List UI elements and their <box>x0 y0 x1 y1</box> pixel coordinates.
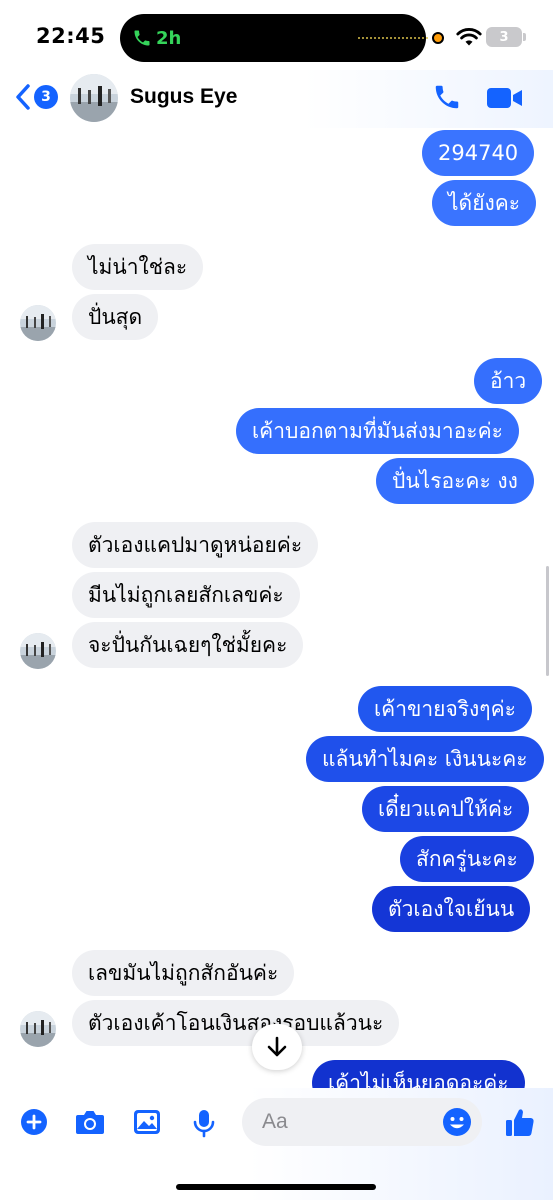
message-bubble-incoming[interactable]: ตัวเองแคปมาดูหน่อยค่ะ <box>72 522 319 568</box>
sender-avatar[interactable] <box>20 1011 56 1047</box>
message-bubble-outgoing[interactable]: เค้าไม่เห็นยอดอะค่ะ <box>312 1060 525 1088</box>
camera-icon[interactable] <box>74 1108 106 1136</box>
contact-name[interactable]: Sugus Eye <box>130 85 237 109</box>
phone-icon <box>134 30 150 46</box>
unread-count-badge: 3 <box>34 85 58 109</box>
sender-avatar[interactable] <box>20 633 56 669</box>
sender-avatar[interactable] <box>20 305 56 341</box>
video-call-icon[interactable] <box>486 86 524 110</box>
conversation-header: 3 Sugus Eye <box>0 70 553 128</box>
call-duration: 2h <box>156 27 182 49</box>
arrow-down-icon <box>267 1036 287 1057</box>
avatar[interactable] <box>70 74 118 122</box>
thumbs-up-icon[interactable] <box>504 1106 536 1138</box>
message-bubble-incoming[interactable]: ไม่น่าใช่ละ <box>72 244 204 290</box>
status-bar: 22:45 2h 3 <box>0 0 553 78</box>
audio-call-icon[interactable] <box>432 82 462 112</box>
message-bubble-outgoing[interactable]: เค้าบอกตามที่มันส่งมาอะค่ะ <box>236 408 519 454</box>
scroll-to-bottom-button[interactable] <box>252 1024 302 1070</box>
status-time: 22:45 <box>36 24 106 48</box>
back-button[interactable]: 3 <box>14 82 58 112</box>
message-bubble-outgoing[interactable]: ตัวเองใจเย้นน <box>372 886 531 932</box>
scrollbar[interactable] <box>546 566 549 676</box>
message-bubble-incoming[interactable]: จะปั่นกันเฉยๆใช่มั้ยคะ <box>72 622 304 668</box>
message-bubble-outgoing[interactable]: ปั่นไรอะคะ งง <box>376 458 534 504</box>
message-bubble-outgoing[interactable]: เค้าขายจริงๆค่ะ <box>358 686 532 732</box>
message-bubble-incoming[interactable]: ปั่นสุด <box>72 294 159 340</box>
message-bubble-incoming[interactable]: มีนไม่ถูกเลยสักเลขค่ะ <box>72 572 300 618</box>
plus-icon[interactable] <box>20 1108 48 1136</box>
emoji-icon[interactable] <box>442 1107 472 1137</box>
microphone-icon[interactable] <box>192 1108 216 1138</box>
wifi-icon <box>456 28 482 46</box>
message-bubble-outgoing[interactable]: สักครู่นะคะ <box>400 836 534 882</box>
ongoing-call-indicator[interactable]: 2h <box>132 23 181 53</box>
image-icon[interactable] <box>132 1108 162 1136</box>
message-bubble-outgoing[interactable]: อ้าว <box>474 358 543 404</box>
home-indicator[interactable] <box>176 1184 376 1190</box>
message-bubble-incoming[interactable]: ตัวเองเค้าโอนเงินสองรอบแล้วนะ <box>72 1000 400 1046</box>
message-bubble-incoming[interactable]: เลขมันไม่ถูกสักอันค่ะ <box>72 950 295 996</box>
message-bubble-outgoing[interactable]: 294740 <box>422 130 535 176</box>
message-bubble-outgoing[interactable]: เดี๋ยวแคปให้ค่ะ <box>362 786 530 832</box>
message-bubble-outgoing[interactable]: แล้นทำไมคะ เงินนะคะ <box>306 736 544 782</box>
battery-icon: 3 <box>486 27 526 47</box>
microphone-in-use-dot <box>432 32 444 44</box>
dynamic-island[interactable]: 2h <box>120 14 428 62</box>
message-bubble-outgoing[interactable]: ได้ยังคะ <box>432 180 537 226</box>
audio-waveform-icon <box>358 37 428 39</box>
message-list[interactable]: 294740 ได้ยังคะ ไม่น่าใช่ละ ปั่นสุด อ้าว… <box>0 128 553 1088</box>
chevron-left-icon <box>16 84 30 110</box>
message-input[interactable] <box>242 1098 432 1146</box>
